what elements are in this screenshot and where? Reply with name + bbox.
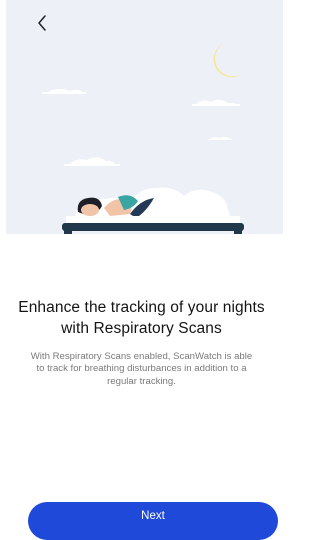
back-button[interactable] — [33, 12, 53, 34]
cloud-icon — [42, 88, 86, 94]
page-title: Enhance the tracking of your nights with… — [18, 299, 265, 337]
cloud-icon — [208, 136, 232, 140]
chevron-left-icon — [38, 15, 46, 31]
cloud-icon — [192, 99, 240, 106]
cloud-icon — [64, 157, 120, 166]
bed-icon — [62, 187, 244, 234]
next-button[interactable]: Next — [28, 502, 278, 540]
illustration-panel — [6, 0, 283, 234]
crescent-moon-icon — [213, 43, 242, 78]
page-description: With Respiratory Scans enabled, ScanWatc… — [30, 351, 253, 387]
sleep-illustration — [42, 43, 244, 234]
